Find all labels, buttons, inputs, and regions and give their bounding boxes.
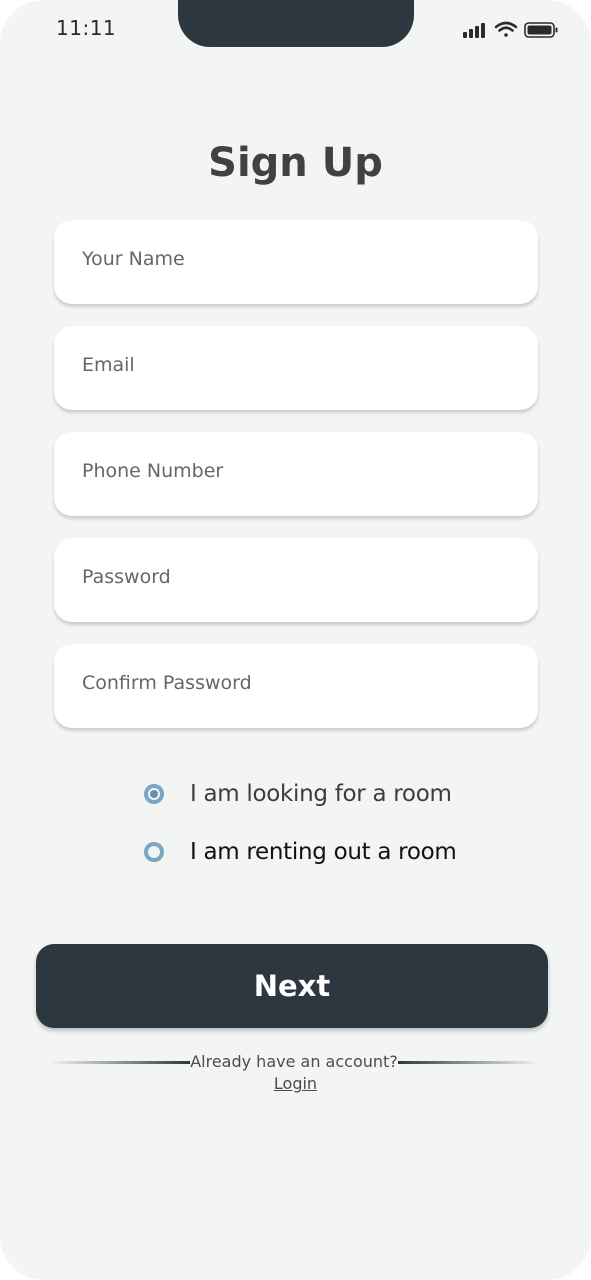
already-have-account-text: Already have an account?	[190, 1052, 398, 1071]
password-input[interactable]	[54, 538, 538, 622]
email-input[interactable]	[54, 326, 538, 410]
wifi-icon	[494, 21, 518, 37]
divider-left	[50, 1061, 190, 1064]
option-looking-for-room[interactable]: I am looking for a room	[144, 776, 452, 812]
page-title: Sign Up	[208, 140, 383, 186]
radio-button[interactable]	[144, 842, 164, 862]
next-button[interactable]: Next	[36, 944, 548, 1028]
radio-button-selected[interactable]	[144, 784, 164, 804]
option-label: I am renting out a room	[190, 839, 457, 865]
confirm-password-input[interactable]	[54, 644, 538, 728]
name-input[interactable]	[54, 220, 538, 304]
phone-screen: 11:11 Sign Up I am looking for a room I …	[0, 0, 591, 1280]
option-renting-out-room[interactable]: I am renting out a room	[144, 834, 457, 870]
status-time: 11:11	[56, 16, 117, 40]
divider-right	[398, 1061, 540, 1064]
signal-icon	[463, 23, 485, 38]
option-label: I am looking for a room	[190, 781, 452, 807]
phone-number-input[interactable]	[54, 432, 538, 516]
status-icons	[463, 21, 558, 38]
login-link[interactable]: Login	[0, 1074, 591, 1093]
battery-icon	[524, 22, 558, 38]
notch	[178, 0, 414, 47]
